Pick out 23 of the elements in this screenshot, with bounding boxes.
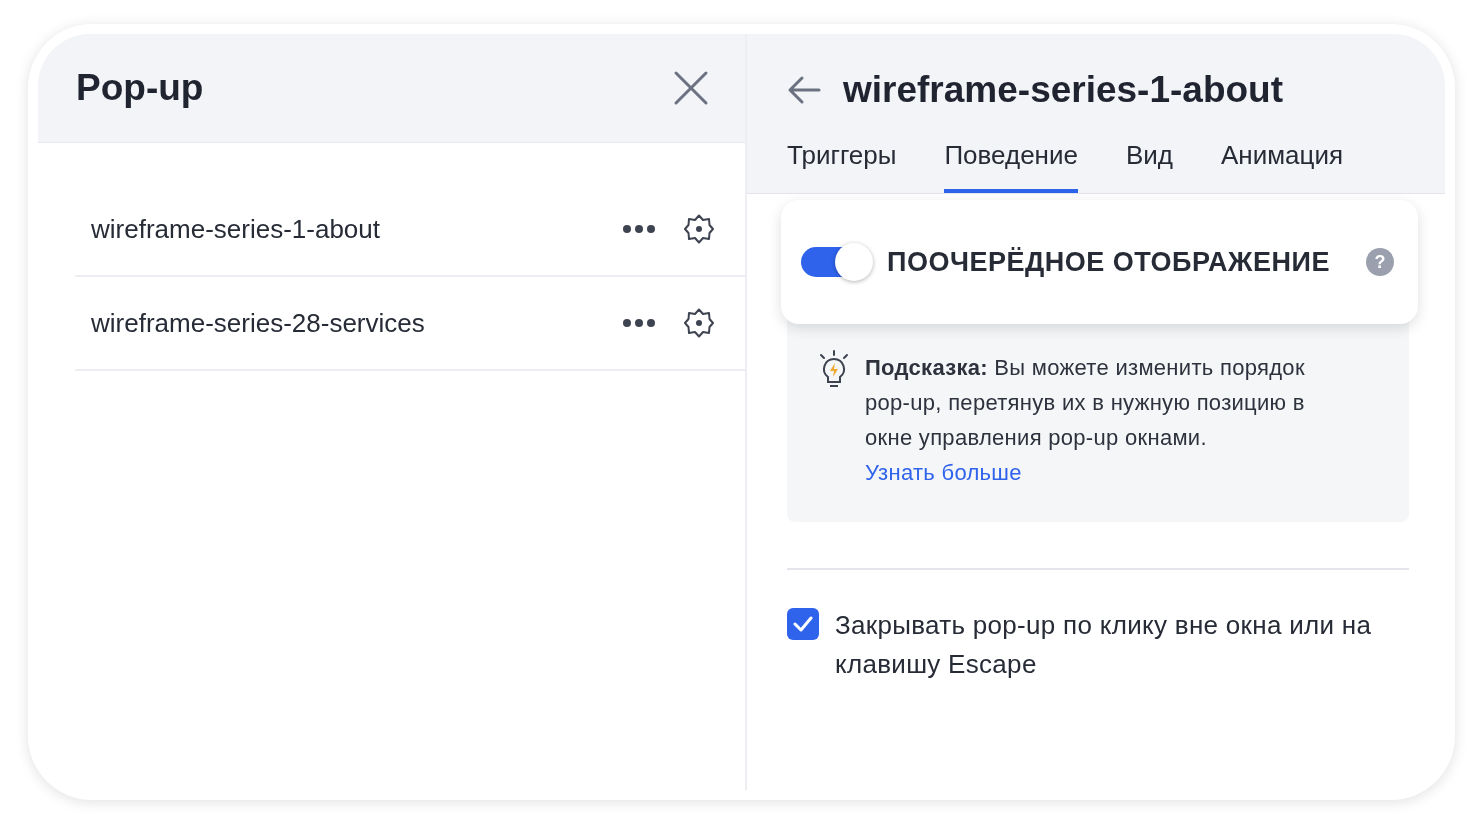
panel-title: Pop-up: [76, 67, 204, 109]
gear-icon[interactable]: [683, 307, 715, 339]
checkbox-label: Закрывать pop-up по клику вне окна или на клавишу Escape: [835, 609, 1373, 681]
tab[interactable]: Анимация: [1221, 140, 1344, 193]
panel-title: wireframe-series-1-about: [843, 69, 1284, 111]
tab[interactable]: Триггеры: [787, 140, 897, 193]
popup-list-item[interactable]: wireframe-series-1-about: [75, 183, 745, 277]
popup-name: wireframe-series-1-about: [91, 213, 381, 245]
setting-label: ПООЧЕРЁДНОЕ ОТОБРАЖЕНИЕ: [887, 246, 1331, 278]
tab[interactable]: Поведение: [944, 140, 1078, 193]
tip-text: Подсказка: Вы можете изменить порядок pop-up, перетянув их в нужную позицию в окне управления pop-up окнами. Узнать больше: [865, 354, 1306, 487]
gear-icon[interactable]: [683, 213, 715, 245]
popup-list-item[interactable]: wireframe-series-28-services: [75, 277, 745, 371]
more-icon[interactable]: [623, 225, 655, 233]
check-icon: [793, 616, 813, 632]
popup-name: wireframe-series-28-services: [91, 307, 426, 339]
lightbulb-icon: [817, 350, 851, 390]
checkbox[interactable]: [787, 608, 819, 640]
more-icon[interactable]: [623, 319, 655, 327]
close-icon[interactable]: [673, 70, 709, 106]
learn-more-link[interactable]: Узнать больше: [865, 460, 1022, 485]
tab[interactable]: Вид: [1125, 140, 1173, 193]
back-arrow-icon[interactable]: [787, 75, 821, 105]
